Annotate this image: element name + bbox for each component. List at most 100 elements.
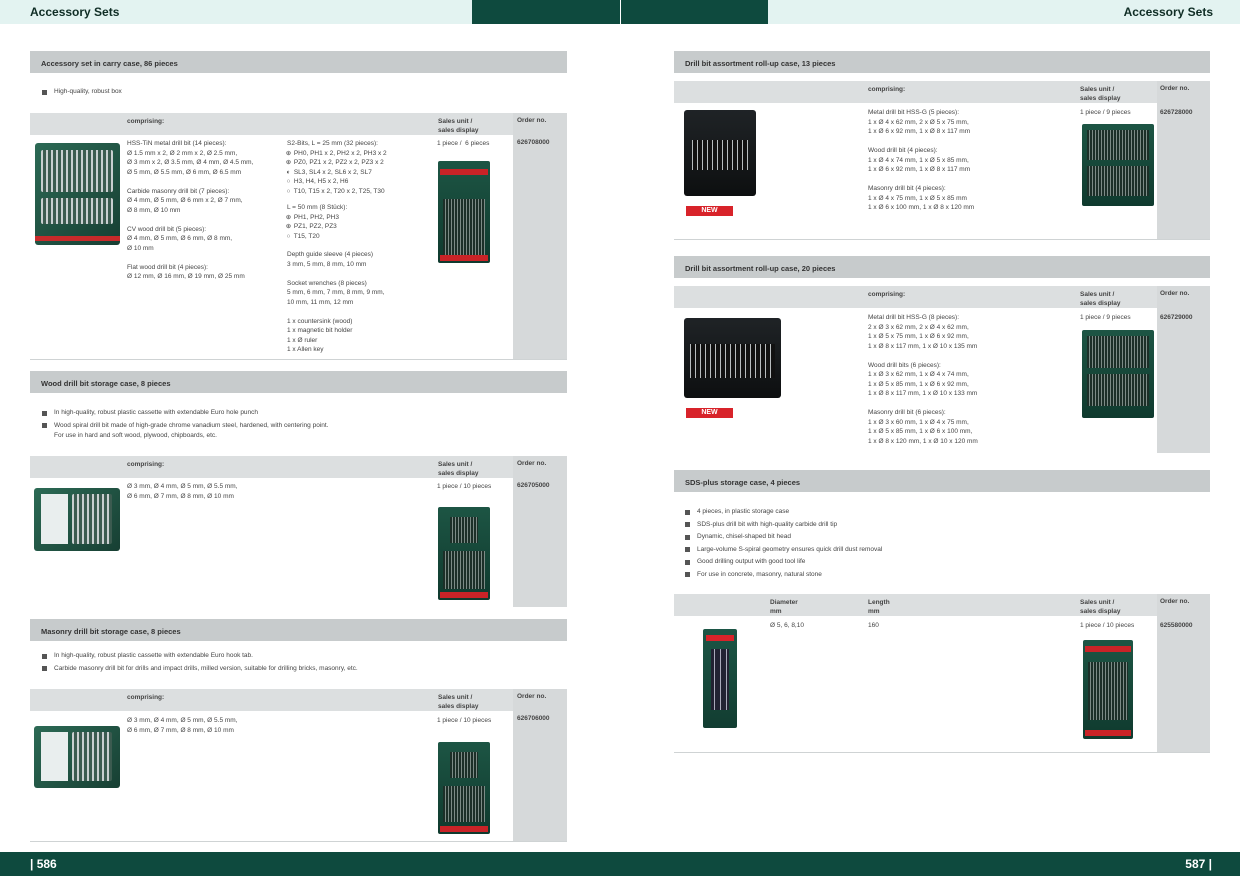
divider <box>674 752 1210 753</box>
bullet-list: High-quality, robust box <box>42 86 562 99</box>
page-number-left: | 586 <box>30 857 57 871</box>
rollup-case-image <box>684 110 756 196</box>
contents-text: Metal drill bit HSS-G (5 pieces): 1 x Ø … <box>868 109 975 211</box>
new-badge: NEW <box>686 206 733 216</box>
bullet-item: In high-quality, robust plastic cassette… <box>42 407 562 420</box>
section-title: Drill bit assortment roll-up case, 20 pi… <box>674 256 1210 278</box>
contents-text: Ø 3 mm, Ø 4 mm, Ø 5 mm, Ø 5.5 mm, Ø 6 mm… <box>127 717 238 734</box>
divider <box>30 359 567 360</box>
bullet-item: High-quality, robust box <box>42 86 562 99</box>
order-number: 626706000 <box>517 715 550 722</box>
bullet-item: For use in concrete, masonry, natural st… <box>685 569 1205 582</box>
divider <box>674 239 1210 240</box>
torx-icon: ○ <box>286 187 291 195</box>
divider <box>30 841 567 842</box>
bits-long-list: ⊕ PH1, PH2, PH3 ⊕ PZ1, PZ2, PZ3 ○ T15, T… <box>285 213 339 242</box>
order-column: Order no. 626705000 <box>513 456 567 607</box>
column-sales-unit: Sales unit / sales display <box>438 694 479 710</box>
column-comprising: comprising: <box>868 291 906 298</box>
order-number: 626708000 <box>517 139 550 146</box>
sales-display-image <box>1083 640 1133 739</box>
bullet-item: Carbide masonry drill bit for drills and… <box>42 663 562 676</box>
bit-item: ○ H3, H4, H5 x 2, H6 <box>286 178 349 185</box>
table-header: comprising: Sales unit / sales display <box>30 689 567 711</box>
bits-list: ⊕ PH0, PH1 x 2, PH2 x 2, PH3 x 2 ⊕ PZ0, … <box>285 149 387 197</box>
bullet-item: Good drilling output with good tool life <box>685 556 1205 569</box>
contents-text: HSS-TiN metal drill bit (14 pieces): Ø 1… <box>127 140 254 280</box>
sds-pack-image <box>703 629 737 728</box>
wood-case-image <box>34 488 120 551</box>
order-number: 625580000 <box>1160 622 1193 629</box>
section-title: Drill bit assortment roll-up case, 13 pi… <box>674 51 1210 73</box>
bit-item: ⊕ PH0, PH1 x 2, PH2 x 2, PH3 x 2 <box>285 149 387 157</box>
bit-item: ⊕ PH1, PH2, PH3 <box>285 213 339 221</box>
column-comprising: comprising: <box>127 118 165 125</box>
order-number: 626729000 <box>1160 314 1193 321</box>
bullet-item: 4 pieces, in plastic storage case <box>685 506 1205 519</box>
column-comprising: comprising: <box>127 694 165 701</box>
new-badge: NEW <box>686 408 733 418</box>
table-header: comprising: Sales unit / sales display <box>30 456 567 478</box>
column-order-no: Order no. <box>1160 85 1190 92</box>
table-header: comprising: Sales unit / sales display <box>674 286 1210 308</box>
extras-text: Depth guide sleeve (4 pieces) 3 mm, 5 mm… <box>287 251 385 353</box>
column-comprising: comprising: <box>868 86 906 93</box>
rollup-case-image <box>684 318 781 398</box>
column-diameter: Diameter mm <box>770 599 798 615</box>
bullet-item: Large-volume S-spiral geometry ensures q… <box>685 544 1205 557</box>
column-sales-unit: Sales unit / sales display <box>438 461 479 477</box>
length-value: 160 <box>868 622 879 629</box>
table-header: Diameter mm Length mm Sales unit / sales… <box>674 594 1210 616</box>
sales-display-image <box>438 161 490 263</box>
table-header: comprising: Sales unit / sales display <box>30 113 567 135</box>
table-header: comprising: Sales unit / sales display <box>674 81 1210 103</box>
column-sales-unit: Sales unit / sales display <box>438 118 479 134</box>
bit-item: ○ T10, T15 x 2, T20 x 2, T25, T30 <box>286 187 385 195</box>
bullet-item: SDS-plus drill bit with high-quality car… <box>685 519 1205 532</box>
bit-item: ○ T15, T20 <box>286 232 320 240</box>
contents-text: Metal drill bit HSS-G (8 pieces): 2 x Ø … <box>868 314 978 445</box>
bit-item: ⊕ PZ1, PZ2, PZ3 <box>285 223 337 230</box>
slotted-icon: ◐ <box>286 168 291 176</box>
footer-bar: | 586 587 | <box>0 852 1240 876</box>
sales-display-image <box>438 507 490 600</box>
pozidriv-icon: ⊕ <box>285 159 292 166</box>
column-order-no: Order no. <box>517 460 547 467</box>
bits-heading: S2-Bits, L = 25 mm (32 pieces): <box>287 140 378 147</box>
bullet-list: 4 pieces, in plastic storage case SDS-pl… <box>685 506 1205 581</box>
bit-item: ◐ SL3, SL4 x 2, SL6 x 2, SL7 <box>286 168 372 176</box>
pozidriv-icon: ⊕ <box>285 223 292 230</box>
phillips-icon: ⊕ <box>285 149 292 157</box>
sales-display-image <box>438 742 490 834</box>
diameter-value: Ø 5, 6, 8,10 <box>770 622 804 629</box>
order-number: 626728000 <box>1160 109 1193 116</box>
section-title: SDS-plus storage case, 4 pieces <box>674 470 1210 492</box>
column-length: Length mm <box>868 599 890 615</box>
header-dark-segment <box>621 0 768 24</box>
order-number: 626705000 <box>517 482 550 489</box>
sales-unit-value: 1 piece / 10 pieces <box>437 717 492 724</box>
sales-unit-value: 1 piece / 10 pieces <box>1080 622 1135 629</box>
page-number-right: 587 | <box>1185 857 1212 871</box>
column-order-no: Order no. <box>1160 598 1190 605</box>
page-title-left: Accessory Sets <box>30 5 120 19</box>
column-order-no: Order no. <box>1160 290 1190 297</box>
column-order-no: Order no. <box>517 693 547 700</box>
column-sales-unit: Sales unit / sales display <box>1080 599 1121 615</box>
section-title: Accessory set in carry case, 86 pieces <box>30 51 567 73</box>
sales-display-image <box>1082 330 1154 418</box>
order-column: Order no. 626706000 <box>513 689 567 841</box>
sales-display-image <box>1082 124 1154 206</box>
accessory-case-image <box>35 143 120 245</box>
torx-icon: ○ <box>286 232 291 240</box>
bullet-item: Dynamic, chisel-shaped bit head <box>685 531 1205 544</box>
bits-long-heading: L = 50 mm (8 Stück): <box>287 204 348 211</box>
hex-icon: ○ <box>286 178 291 185</box>
bullet-item: In high-quality, robust plastic cassette… <box>42 650 562 663</box>
column-sales-unit: Sales unit / sales display <box>1080 291 1121 307</box>
column-sales-unit: Sales unit / sales display <box>1080 86 1121 102</box>
order-column: Order no. 625580000 <box>1157 594 1210 752</box>
sales-unit-value: 1 piece / 6 pieces <box>437 140 490 147</box>
phillips-icon: ⊕ <box>285 213 292 221</box>
section-title: Wood drill bit storage case, 8 pieces <box>30 371 567 393</box>
